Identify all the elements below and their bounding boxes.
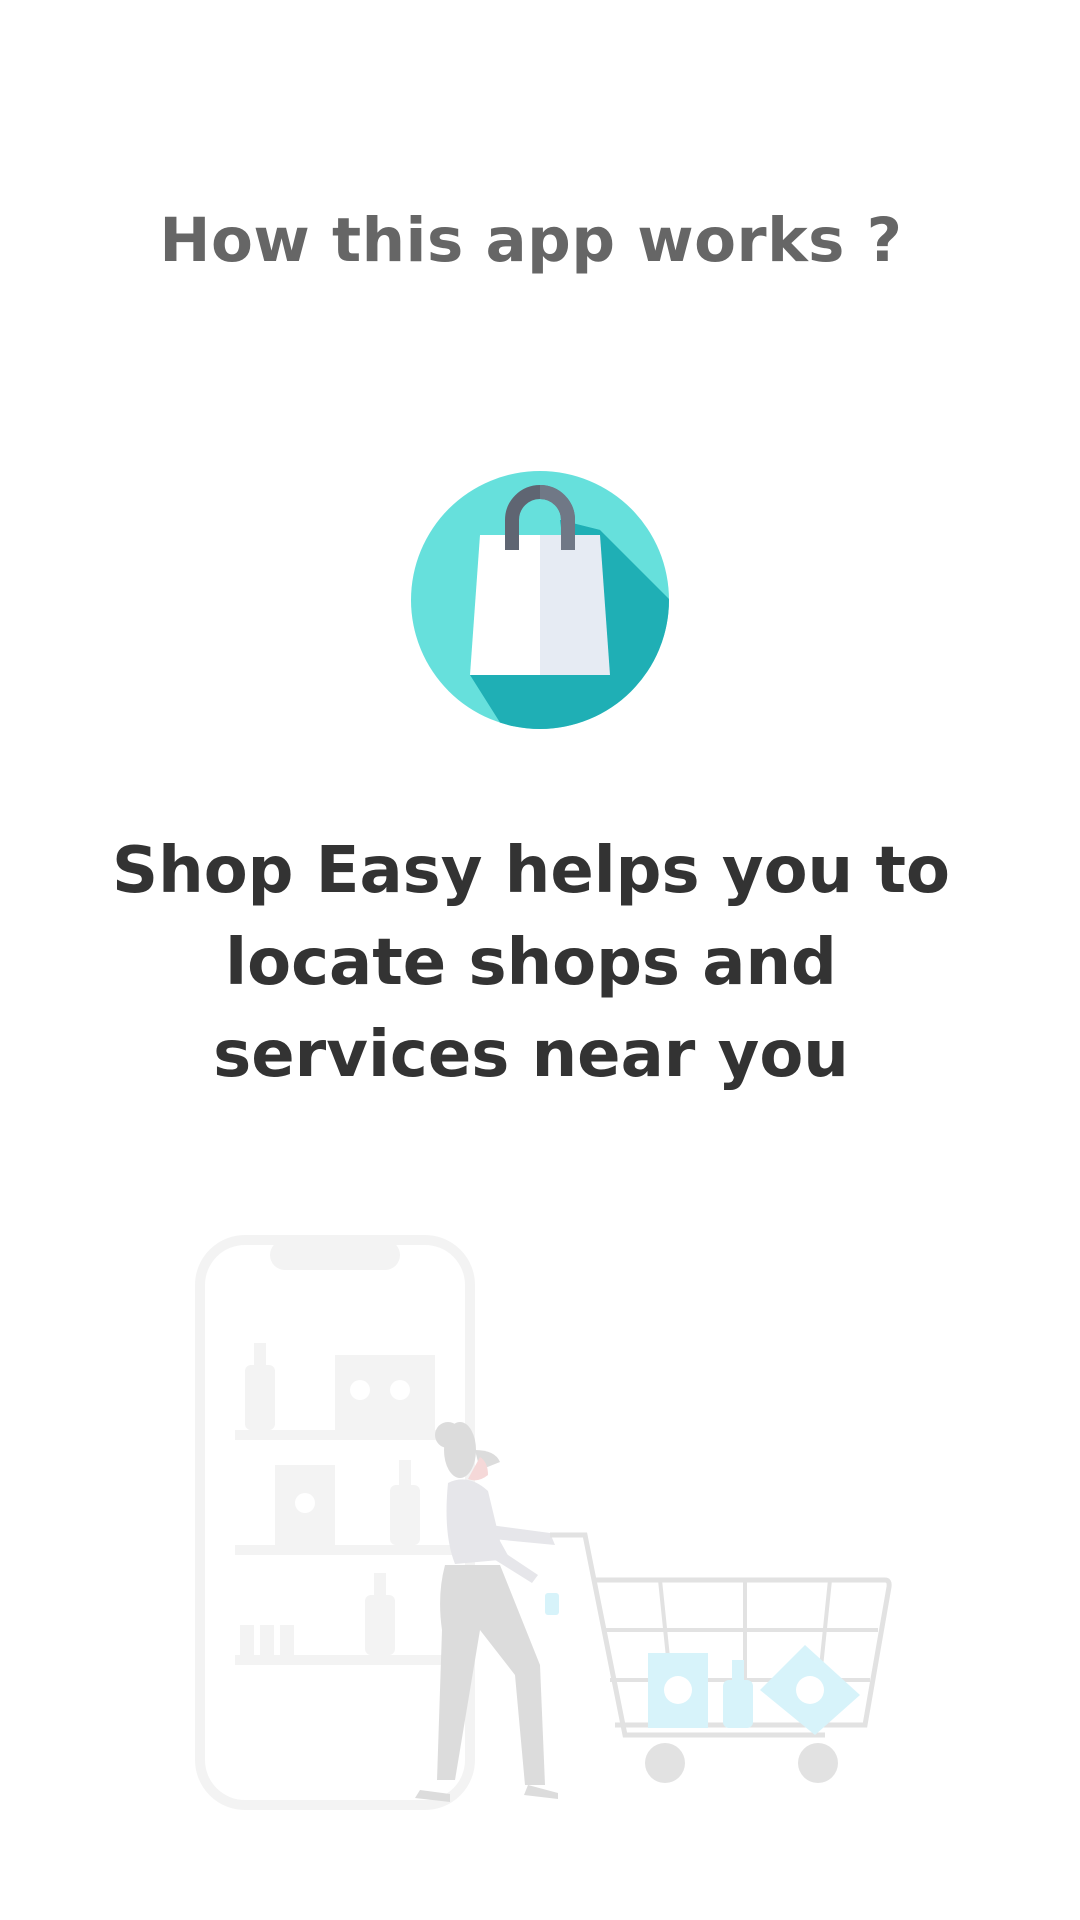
tagline-text: Shop Easy helps you to locate shops and …: [112, 834, 950, 1092]
shopping-cart-illustration: [195, 1235, 892, 1810]
page-title: How this app works ?: [159, 205, 903, 276]
onboarding-screen: How this app works ? Shop Easy helps you…: [0, 0, 1080, 1920]
shopping-bag-icon: [411, 471, 669, 729]
